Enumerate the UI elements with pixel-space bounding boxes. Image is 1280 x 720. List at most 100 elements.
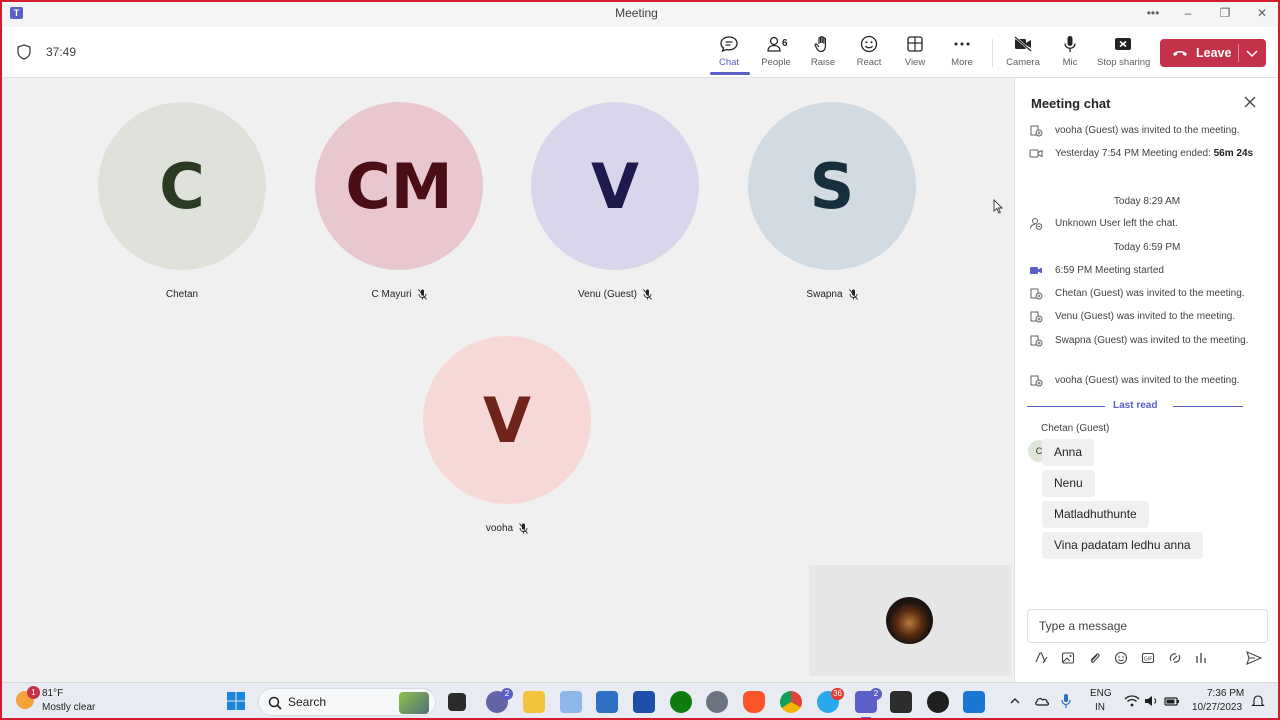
view-grid-icon [907,36,923,52]
person-add-icon [1029,287,1043,306]
obs-icon[interactable] [927,691,949,713]
raise-label: Raise [810,57,836,68]
minimize-button[interactable]: – [1174,3,1202,23]
volume-icon[interactable] [1144,694,1160,708]
chat-message-bubble[interactable]: Anna [1042,439,1095,466]
taskbar-search[interactable] [258,688,436,716]
mic-off-icon [519,523,529,534]
photos-icon[interactable] [560,691,582,713]
mic-off-icon [848,289,858,300]
chat-button[interactable]: Chat [704,35,754,75]
microphone-tray-icon[interactable] [1060,693,1072,709]
language-code[interactable]: ENG [1090,688,1112,699]
image-icon[interactable] [1061,651,1075,665]
teams-badge: 2 [870,688,882,700]
chat-event-message: vooha (Guest) was invited to the meeting… [1055,375,1240,386]
close-icon[interactable] [1244,96,1256,108]
terminal-icon[interactable] [890,691,912,713]
windows-start-icon[interactable] [226,691,246,711]
chevron-up-icon[interactable] [1009,696,1021,706]
tool-icon[interactable] [963,691,985,713]
telegram-icon[interactable]: 36 [817,688,844,713]
video-filled-icon [1029,264,1043,283]
weather-temp: 81°F [42,688,64,699]
stop-sharing-label: Stop sharing [1097,57,1151,68]
participant-avatar[interactable]: C [98,102,266,270]
close-window-button[interactable]: ✕ [1248,3,1276,23]
people-button[interactable]: 6 People [751,35,801,75]
chrome-icon[interactable] [780,691,802,713]
chat-event-text: Chetan (Guest) was invited to the meetin… [1055,286,1265,302]
chat-message-bubble[interactable]: Nenu [1042,470,1095,497]
chat-event-text: Venu (Guest) was invited to the meeting. [1055,309,1265,325]
notifications-icon[interactable] [1251,694,1265,708]
teams-chat-icon[interactable]: 2 [486,688,513,713]
teams-active-indicator [861,717,871,719]
raise-hand-icon [814,35,826,53]
search-input[interactable] [288,695,368,709]
participant-avatar[interactable]: S [748,102,916,270]
chat-panel-title: Meeting chat [1031,96,1111,111]
loop-icon[interactable] [1168,651,1182,665]
stop-sharing-button[interactable]: Stop sharing [1097,35,1151,75]
participant-avatar[interactable]: V [531,102,699,270]
store-icon[interactable] [596,691,618,713]
attach-icon[interactable] [1087,651,1101,665]
more-options-icon[interactable]: ••• [1139,3,1167,23]
mic-button[interactable]: Mic [1045,35,1095,75]
participant-name: Chetan [98,289,266,300]
app-icon[interactable] [633,691,655,713]
language-region: IN [1095,702,1105,713]
participant-name-label: C Mayuri [371,289,412,301]
poll-icon[interactable] [1194,651,1208,665]
chat-active-indicator [710,72,750,75]
compose-box[interactable] [1027,609,1268,643]
onedrive-icon[interactable] [1034,694,1050,708]
teams-icon[interactable]: 2 [855,688,882,713]
leave-button[interactable]: Leave [1160,39,1266,67]
meeting-toolbar: 37:49 Chat 6 People Raise React View Mor… [2,27,1278,78]
person-leave-icon [1029,217,1043,236]
send-icon[interactable] [1246,651,1262,665]
chat-event-text: Unknown User left the chat. [1055,216,1265,232]
participant-name: Swapna [748,289,916,300]
participant-name: vooha [423,523,591,534]
gif-icon[interactable]: GIF [1141,651,1155,665]
brave-browser-icon[interactable] [743,691,765,713]
clock-date[interactable]: 10/27/2023 [1192,702,1242,713]
task-view-icon[interactable] [448,693,466,711]
chat-timestamp: Today 6:59 PM [1113,242,1181,253]
raise-hand-button[interactable]: Raise [798,35,848,75]
clock-time[interactable]: 7:36 PM [1207,688,1244,699]
message-input[interactable] [1039,610,1259,642]
settings-gear-icon[interactable] [706,691,728,713]
person-add-icon [1029,374,1043,393]
chat-event-message: 6:59 PM Meeting started [1055,265,1164,276]
participant-name-label: Swapna [806,289,843,301]
chat-event-text: Swapna (Guest) was invited to the meetin… [1055,333,1265,349]
react-button[interactable]: React [844,35,894,75]
more-button[interactable]: More [937,35,987,75]
mic-off-icon [417,289,427,300]
format-icon[interactable] [1034,651,1048,665]
chat-message-bubble[interactable]: Vina padatam ledhu anna [1042,532,1203,559]
wifi-icon[interactable] [1124,694,1140,708]
participant-avatar[interactable]: CM [315,102,483,270]
participant-avatar[interactable]: V [423,336,591,504]
svg-text:GIF: GIF [1144,657,1152,663]
xbox-icon[interactable] [670,691,692,713]
emoji-icon[interactable] [1114,651,1128,665]
self-view-tile[interactable] [809,565,1011,676]
chevron-down-icon[interactable] [1244,44,1260,62]
chat-message-bubble[interactable]: Matladhuthunte [1042,501,1149,528]
view-button[interactable]: View [890,35,940,75]
chat-event-message: vooha (Guest) was invited to the meeting… [1055,125,1240,136]
person-add-icon [1029,310,1043,329]
participant-name: C Mayuri [315,289,483,300]
smile-icon [860,35,878,53]
maximize-button[interactable]: ❐ [1211,3,1239,23]
windows-taskbar: 1 81°F Mostly clear 2 36 2 ENG IN 7:36 P… [0,682,1280,720]
camera-button[interactable]: Camera [998,35,1048,75]
file-explorer-icon[interactable] [523,691,545,713]
battery-icon[interactable] [1164,694,1180,708]
